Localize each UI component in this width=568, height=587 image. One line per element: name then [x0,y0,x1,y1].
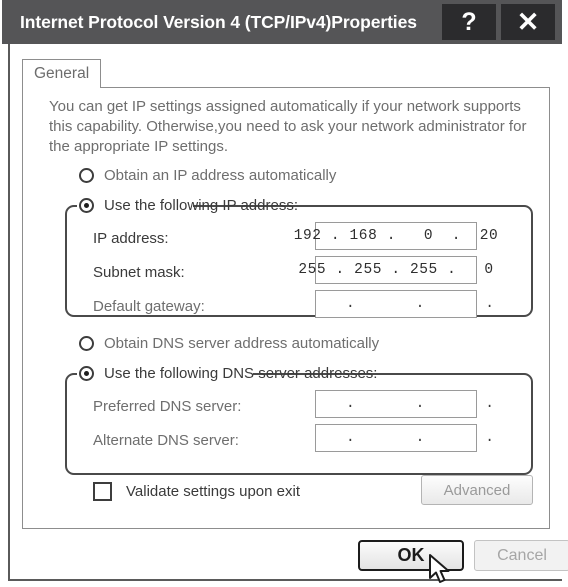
general-tab-panel: You can get IP settings assigned automat… [22,87,550,529]
subnet-mask-input[interactable]: 255 . 255 . 255 . 0 [298,256,493,284]
radio-use-following-ip[interactable]: Use the following IP address: [79,197,298,214]
radio-label: Use the following DNS server addresses: [104,365,378,382]
field-label: Alternate DNS server: [93,432,239,449]
radio-obtain-dns-automatically[interactable]: Obtain DNS server address automatically [79,335,379,352]
radio-use-following-dns[interactable]: Use the following DNS server addresses: [79,365,377,382]
radio-label: Use the following IP address: [104,197,298,214]
title-bar: Internet Protocol Version 4 (TCP/IPv4)Pr… [2,0,562,44]
field-row-preferred-dns: Preferred DNS server: [93,398,241,415]
radio-circle-icon [79,198,94,213]
checkbox-icon[interactable] [93,482,112,501]
field-label: Subnet mask: [93,264,185,281]
ok-button[interactable]: OK [358,540,464,571]
default-gateway-input[interactable]: . . . [315,290,494,318]
validate-settings-checkbox-row[interactable]: Validate settings upon exit [93,482,300,501]
preferred-dns-input[interactable]: . . . [315,390,494,418]
tab-strip: General [22,59,550,89]
field-label: Default gateway: [93,298,205,315]
radio-circle-icon [79,168,94,183]
tab-strip-underline [22,87,550,88]
validate-settings-label: Validate settings upon exit [126,483,301,500]
close-icon[interactable]: ✕ [501,4,555,40]
radio-label: Obtain an IP address automatically [104,167,337,184]
radio-obtain-ip-automatically[interactable]: Obtain an IP address automatically [79,167,336,184]
field-row-subnet-mask: Subnet mask: [93,264,185,281]
advanced-button[interactable]: Advanced [421,475,533,505]
help-icon[interactable]: ? [442,4,496,40]
field-row-default-gateway: Default gateway: [93,298,205,315]
cancel-button[interactable]: Cancel [474,540,568,571]
field-row-alternate-dns: Alternate DNS server: [93,432,239,449]
field-label: IP address: [93,230,169,247]
radio-label: Obtain DNS server address automatically [104,335,380,352]
field-label: Preferred DNS server: [93,398,242,415]
tcpip-properties-dialog: Internet Protocol Version 4 (TCP/IPv4)Pr… [2,0,568,583]
alternate-dns-input[interactable]: . . . [315,424,494,452]
field-row-ip-address: IP address: [93,230,169,247]
ip-address-input[interactable]: 192 . 168 . 0 . 20 [294,222,498,250]
window-title: Internet Protocol Version 4 (TCP/IPv4)Pr… [20,12,417,32]
radio-circle-icon [79,366,94,381]
radio-circle-icon [79,336,94,351]
tab-general[interactable]: General [22,59,102,88]
description-text: You can get IP settings assigned automat… [49,98,527,155]
